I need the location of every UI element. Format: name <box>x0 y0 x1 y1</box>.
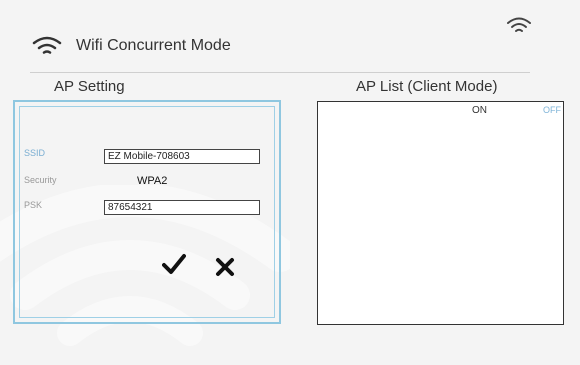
psk-input[interactable]: 87654321 <box>104 200 260 215</box>
ssid-input[interactable]: EZ Mobile-708603 <box>104 149 260 164</box>
header: Wifi Concurrent Mode <box>32 34 231 58</box>
ap-list-title: AP List (Client Mode) <box>356 78 498 95</box>
header-divider <box>30 72 530 73</box>
checkmark-icon <box>162 254 186 274</box>
status-wifi-icon <box>507 17 531 32</box>
security-label: Security <box>24 175 57 185</box>
toggle-on-option[interactable]: ON <box>472 105 487 116</box>
security-value[interactable]: WPA2 <box>137 175 167 187</box>
page-title: Wifi Concurrent Mode <box>76 37 231 54</box>
confirm-button[interactable] <box>162 253 186 277</box>
psk-label: PSK <box>24 200 43 210</box>
ap-list-panel[interactable] <box>317 101 564 325</box>
ap-setting-title: AP Setting <box>54 78 125 95</box>
toggle-off-option[interactable]: OFF <box>543 105 561 115</box>
wifi-icon <box>32 36 62 54</box>
ssid-label: SSID <box>24 148 46 158</box>
cancel-button[interactable] <box>215 257 235 277</box>
close-icon <box>216 258 234 276</box>
